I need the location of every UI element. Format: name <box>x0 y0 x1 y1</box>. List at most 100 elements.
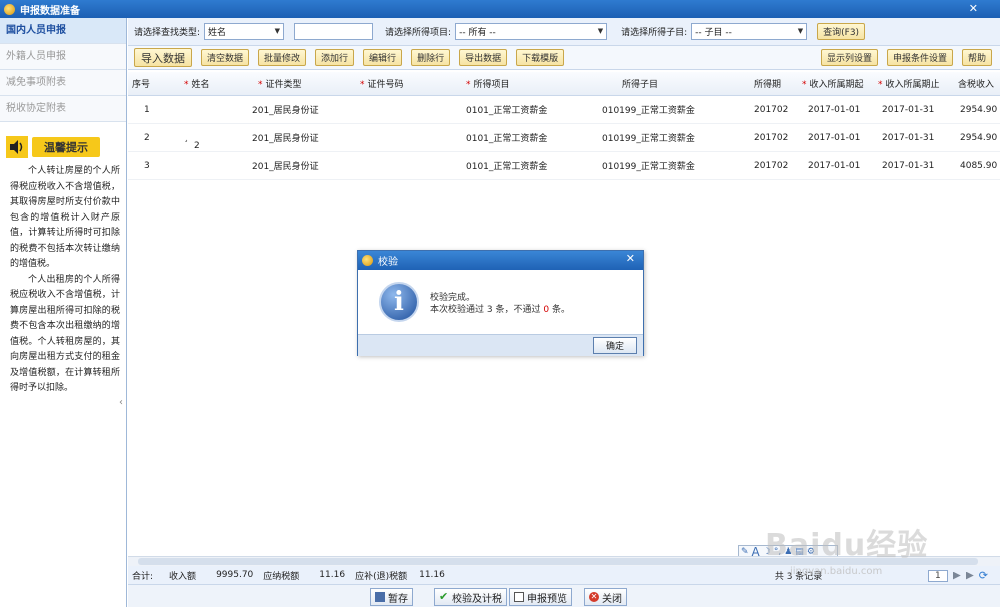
save-draft-label: 暂存 <box>388 593 408 605</box>
col-header[interactable]: 序号 <box>128 77 162 90</box>
sidebar-item-treaty[interactable]: 税收协定附表 <box>0 96 126 122</box>
info-icon: i <box>379 282 419 322</box>
cell-no: 2 <box>144 132 150 143</box>
col-header[interactable]: 所得期 <box>750 77 794 90</box>
payable-value: 11.16 <box>319 570 346 580</box>
filter-bar: 请选择查找类型: 姓名 ▼ 请选择所得项目: -- 所有 -- ▼ 请选择所得子… <box>128 18 1000 46</box>
floppy-icon <box>375 592 385 602</box>
dialog-titlebar: 校验 ✕ <box>358 251 643 270</box>
tip-paragraph: 个人出租房的个人所得税应税收入不含增值税，计算房屋出租所得可扣除的税费不包含本次… <box>10 274 120 394</box>
column-settings-button[interactable]: 显示列设置 <box>820 49 878 66</box>
checkmark-icon: ✔ <box>439 590 449 603</box>
sidebar-item-exemption[interactable]: 减免事项附表 <box>0 70 126 96</box>
totals-label: 合计: <box>132 571 154 582</box>
action-toolbar: 导入数据 清空数据 批量修改 添加行 编辑行 删除行 导出数据 下载模版 显示列… <box>128 46 1000 70</box>
close-button[interactable]: ✕ 关闭 <box>584 588 627 606</box>
cell-item: 0101_正常工资薪金 <box>466 134 548 144</box>
app-icon <box>4 3 15 15</box>
save-draft-button[interactable]: 暂存 <box>370 588 413 606</box>
income-total-label: 收入额 <box>169 571 197 582</box>
bottom-action-bar: 暂存 ✔ 校验及计税 申报预览 ✕ 关闭 <box>128 584 1000 607</box>
batch-edit-button[interactable]: 批量修改 <box>258 49 307 66</box>
next-page-icon[interactable] <box>952 571 961 580</box>
stray-mark: ¸ <box>184 132 189 143</box>
col-header-label: 所得期 <box>754 80 782 90</box>
col-header[interactable]: * 收入所属期止 <box>870 77 948 90</box>
table-row[interactable]: 2 ¸ 201_居民身份证 0101_正常工资薪金 010199_正常工资薪金 … <box>128 124 1000 152</box>
declare-conditions-button[interactable]: 申报条件设置 <box>886 49 953 66</box>
col-header[interactable]: 所得子目 <box>552 77 750 90</box>
clear-data-button[interactable]: 清空数据 <box>201 49 250 66</box>
validation-dialog: 校验 ✕ i 校验完成。 本次校验通过 3 条，不通过 0 条。 确定 <box>357 250 644 356</box>
col-header[interactable]: * 姓名 <box>162 77 242 90</box>
dialog-line2-mid: 条，不通过 <box>495 305 541 315</box>
dialog-footer: 确定 <box>358 334 643 356</box>
col-header-label: 序号 <box>132 80 151 90</box>
cell-item: 0101_正常工资薪金 <box>466 106 548 116</box>
income-item-select[interactable]: -- 所有 -- ▼ <box>455 23 608 40</box>
cell-period: 201702 <box>754 160 789 171</box>
chevron-down-icon: ▼ <box>797 27 804 35</box>
sidebar-item-domestic[interactable]: 国内人员申报 <box>0 18 126 44</box>
required-marker: * <box>466 80 471 90</box>
dialog-title: 校验 <box>378 257 398 268</box>
table-row[interactable]: 3 201_居民身份证 0101_正常工资薪金 010199_正常工资薪金 20… <box>128 152 1000 180</box>
cell-income: 4085.90 <box>960 160 998 171</box>
delete-row-button[interactable]: 删除行 <box>411 49 451 66</box>
last-page-icon[interactable] <box>965 571 974 580</box>
edit-row-button[interactable]: 编辑行 <box>363 49 403 66</box>
col-header-label: 证件类型 <box>265 80 302 90</box>
dialog-close-icon[interactable]: ✕ <box>626 252 635 265</box>
table-row[interactable]: 1 201_居民身份证 0101_正常工资薪金 010199_正常工资薪金 20… <box>128 96 1000 124</box>
window-close-icon[interactable]: ✕ <box>969 2 978 15</box>
refund-value: 11.16 <box>419 570 445 580</box>
required-marker: * <box>360 80 365 90</box>
col-header[interactable]: * 收入所属期起 <box>794 77 870 90</box>
cell-end: 2017-01-31 <box>882 160 935 171</box>
income-sub-value: -- 子目 -- <box>695 28 732 38</box>
sidebar-item-foreign[interactable]: 外籍人员申报 <box>0 44 126 70</box>
search-type-value: 姓名 <box>208 28 227 38</box>
window-title: 申报数据准备 <box>20 5 80 17</box>
col-header-label: 所得项目 <box>473 80 510 90</box>
income-total-value: 9995.70 <box>216 570 254 580</box>
income-sub-label: 请选择所得子目: <box>621 28 688 38</box>
query-button[interactable]: 查询(F3) <box>817 23 866 40</box>
help-button[interactable]: 帮助 <box>961 49 992 66</box>
col-header[interactable]: * 所得项目 <box>420 77 552 90</box>
col-header[interactable]: * 证件号码 <box>356 77 420 90</box>
dialog-line1: 校验完成。 <box>430 293 476 303</box>
cell-id-type: 201_居民身份证 <box>252 162 319 172</box>
search-input[interactable] <box>294 23 374 40</box>
search-type-select[interactable]: 姓名 ▼ <box>204 23 285 40</box>
cell-no: 3 <box>144 160 150 171</box>
col-header[interactable]: * 证件类型 <box>242 77 356 90</box>
col-header-label: 所得子目 <box>622 80 659 90</box>
col-header[interactable]: 含税收入 <box>948 77 1000 90</box>
income-sub-select[interactable]: -- 子目 -- ▼ <box>691 23 808 40</box>
download-template-button[interactable]: 下载模版 <box>516 49 565 66</box>
data-grid: 序号 * 姓名 * 证件类型 * 证件号码 * 所得项目 所得子目 所得期 * 收入所属期… <box>128 72 1000 180</box>
sidebar-collapse-handle[interactable]: ‹ <box>119 388 127 418</box>
validate-button[interactable]: ✔ 校验及计税 <box>434 588 507 606</box>
preview-button[interactable]: 申报预览 <box>509 588 572 606</box>
cell-sub: 010199_正常工资薪金 <box>602 134 695 144</box>
cell-start: 2017-01-01 <box>808 104 861 115</box>
refresh-icon[interactable]: ⟳ <box>979 569 988 582</box>
cell-start: 2017-01-01 <box>808 132 861 143</box>
col-header-label: 姓名 <box>191 80 210 90</box>
validate-label: 校验及计税 <box>452 593 502 605</box>
document-icon <box>514 592 524 602</box>
import-data-button[interactable]: 导入数据 <box>134 48 192 67</box>
cell-id-type: 201_居民身份证 <box>252 134 319 144</box>
page-number[interactable]: 1 <box>928 569 948 582</box>
cell-start: 2017-01-01 <box>808 160 861 171</box>
required-marker: * <box>878 80 883 90</box>
col-header-label: 含税收入 <box>958 80 995 90</box>
add-row-button[interactable]: 添加行 <box>315 49 355 66</box>
col-header-label: 收入所属期起 <box>809 80 864 90</box>
stray-mark: 2 <box>194 141 200 151</box>
ok-button[interactable]: 确定 <box>593 337 637 354</box>
cell-end: 2017-01-31 <box>882 104 935 115</box>
export-data-button[interactable]: 导出数据 <box>459 49 508 66</box>
